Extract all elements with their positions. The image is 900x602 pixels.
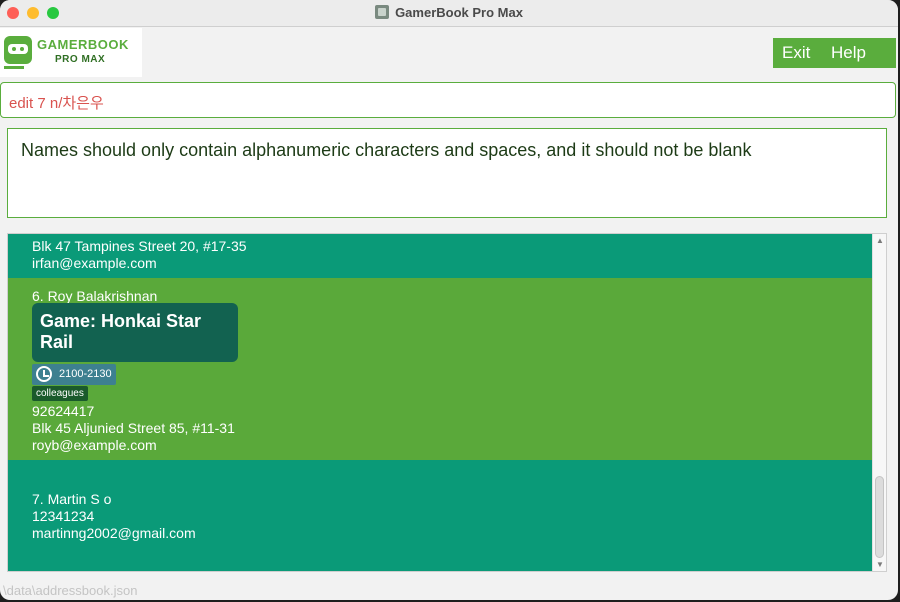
- top-bar: GAMERBOOK PRO MAX Exit Help: [0, 28, 898, 78]
- time-slot-text: 2100-2130: [59, 368, 112, 380]
- scroll-down-icon[interactable]: ▼: [876, 560, 884, 569]
- save-file-path: \data\addressbook.json: [3, 583, 138, 598]
- result-message: Names should only contain alphanumeric c…: [21, 140, 752, 160]
- contact-address: Blk 47 Tampines Street 20, #17-35: [32, 238, 247, 254]
- title-bar: GamerBook Pro Max: [0, 0, 898, 27]
- menu-bar: Exit Help: [773, 38, 896, 68]
- app-window: GamerBook Pro Max GAMERBOOK PRO MAX Exit…: [0, 0, 898, 600]
- contact-card[interactable]: 7. Martin S o 12341234 martinng2002@gmai…: [8, 460, 873, 571]
- app-logo: GAMERBOOK PRO MAX: [0, 28, 142, 77]
- gamepad-icon: [4, 36, 32, 64]
- contact-phone: 12341234: [32, 508, 95, 524]
- scroll-up-icon[interactable]: ▲: [876, 236, 884, 245]
- contact-card[interactable]: 6. Roy Balakrishnan Game: Honkai Star Ra…: [8, 278, 873, 460]
- game-box: Game: Honkai Star Rail: [32, 303, 238, 362]
- list-scrollbar[interactable]: ▲ ▼: [872, 234, 886, 571]
- window-title: GamerBook Pro Max: [395, 5, 523, 20]
- contact-address: Blk 45 Aljunied Street 85, #11-31: [32, 420, 235, 436]
- tag-badge: colleagues: [32, 386, 88, 401]
- scroll-thumb[interactable]: [875, 476, 884, 558]
- contact-name: 7. Martin S o: [32, 491, 112, 507]
- time-slot-badge: 2100-2130: [32, 364, 116, 385]
- menu-exit[interactable]: Exit: [782, 43, 810, 63]
- status-bar: \data\addressbook.json: [0, 578, 896, 600]
- window-title-area: GamerBook Pro Max: [0, 5, 898, 20]
- logo-subtitle: PRO MAX: [55, 54, 106, 65]
- contact-email: royb@example.com: [32, 437, 157, 453]
- clock-icon: [36, 366, 52, 382]
- command-box[interactable]: edit 7 n/차은우: [0, 82, 896, 118]
- command-input[interactable]: edit 7 n/차은우: [9, 92, 104, 113]
- contact-card[interactable]: Blk 47 Tampines Street 20, #17-35 irfan@…: [8, 234, 873, 278]
- game-label: Game: Honkai Star Rail: [40, 311, 202, 352]
- contact-name: 6. Roy Balakrishnan: [32, 288, 158, 304]
- logo-title: GAMERBOOK: [37, 37, 129, 52]
- contact-email: irfan@example.com: [32, 255, 157, 271]
- result-display: Names should only contain alphanumeric c…: [7, 128, 887, 218]
- contact-phone: 92624417: [32, 403, 95, 419]
- logo-base-mark: [4, 66, 24, 69]
- app-icon: [375, 5, 390, 19]
- contact-email: martinng2002@gmail.com: [32, 525, 196, 541]
- contact-list[interactable]: Blk 47 Tampines Street 20, #17-35 irfan@…: [7, 233, 887, 572]
- menu-help[interactable]: Help: [831, 43, 866, 63]
